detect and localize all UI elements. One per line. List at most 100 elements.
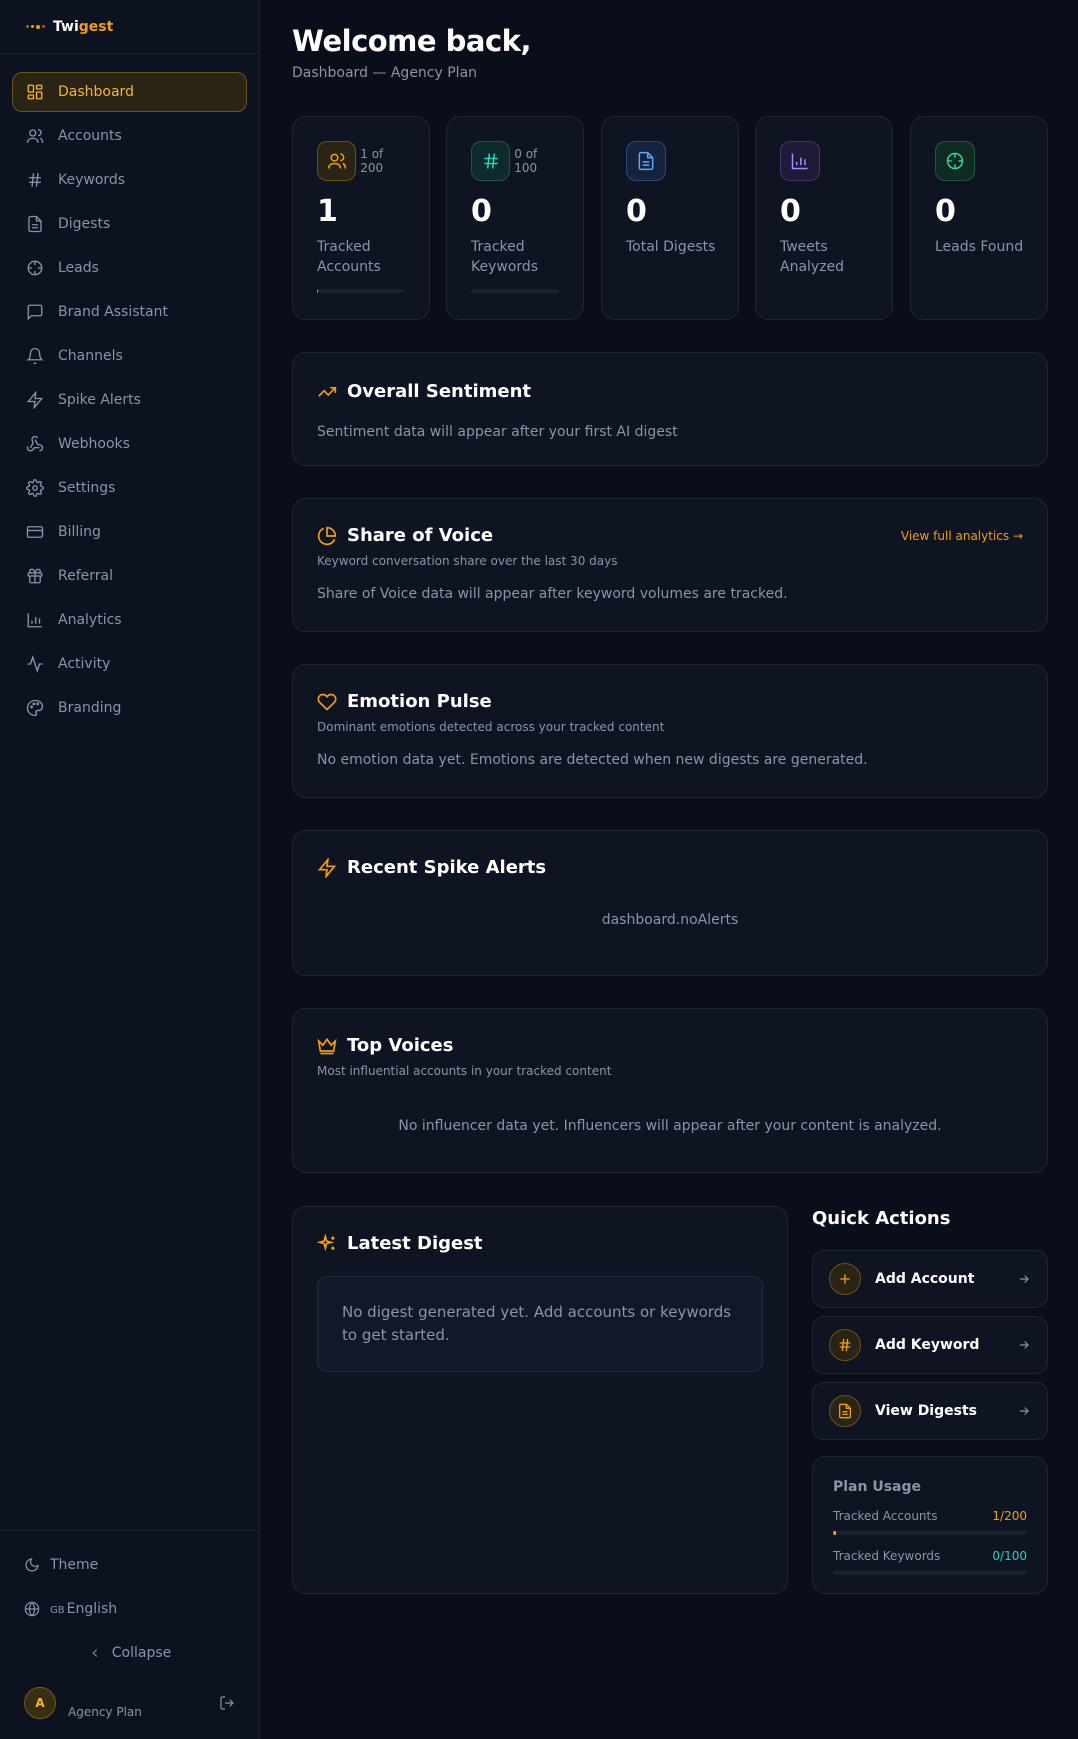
add-account-button[interactable]: Add Account [812,1250,1048,1308]
usage-bar-fill [833,1531,836,1535]
sidebar-item-branding[interactable]: Branding [12,688,247,728]
logo[interactable]: Twigest [0,0,259,54]
sidebar-item-label: Spike Alerts [58,392,141,408]
stat-label: Tweets Analyzed [780,239,845,275]
share-of-voice-card: Share of Voice View full analytics → Key… [292,498,1048,632]
collapse-button[interactable]: Collapse [0,1631,259,1675]
quick-action-label: View Digests [875,1403,977,1419]
quick-action-label: Add Keyword [875,1337,980,1353]
stat-card-leads-found[interactable]: 0 Leads Found [910,116,1048,320]
moon-icon [25,1558,39,1572]
stat-value: 0 [471,194,492,229]
sidebar-item-channels[interactable]: Channels [12,336,247,376]
logout-icon[interactable] [219,1695,235,1711]
emotion-pulse-empty-text: No emotion data yet. Emotions are detect… [317,752,868,768]
stat-progress-bar [471,289,559,293]
top-voices-subtitle: Most influential accounts in your tracke… [317,1064,612,1078]
sidebar-item-dashboard[interactable]: Dashboard [12,72,247,112]
users-icon [317,141,357,181]
stat-progress-bar [317,289,405,293]
hash-icon [29,173,41,187]
add-keyword-button[interactable]: Add Keyword [812,1316,1048,1374]
sidebar-item-spike-alerts[interactable]: Spike Alerts [12,380,247,420]
view-full-analytics-link[interactable]: View full analytics → [901,529,1023,543]
logo-text-part2: gest [78,18,114,35]
sidebar-item-keywords[interactable]: Keywords [12,160,247,200]
bar-chart-icon [27,613,42,628]
stat-card-tracked-accounts[interactable]: 1 of 200 1 Tracked Accounts [292,116,430,320]
sidebar-item-label: Brand Assistant [58,304,168,320]
crown-icon [317,1037,337,1054]
crosshair-icon [27,260,43,276]
user-plan: Agency Plan [68,1705,142,1719]
stat-card-total-digests[interactable]: 0 Total Digests [601,116,739,320]
latest-digest-title: Latest Digest [347,1233,483,1254]
sidebar-item-label: Leads [58,260,99,276]
plus-icon [829,1263,861,1295]
trending-up-icon [318,386,337,397]
usage-bar [833,1531,1027,1535]
sidebar-item-label: Billing [58,524,101,540]
latest-digest-empty-box: No digest generated yet. Add accounts or… [317,1276,763,1372]
sidebar-item-label: Digests [58,216,111,232]
credit-card-icon [26,526,44,538]
users-icon [26,128,44,143]
sidebar-footer: Theme GB English Collapse [0,1530,259,1675]
stat-value: 0 [780,194,801,229]
plan-usage-row-accounts: Tracked Accounts 1/200 [833,1509,1027,1535]
quick-action-label: Add Account [875,1271,975,1287]
pie-chart-icon [317,526,337,545]
plan-usage-row-keywords: Tracked Keywords 0/100 [833,1549,1027,1575]
top-voices-title: Top Voices [347,1035,454,1056]
plan-usage-card: Plan Usage Tracked Accounts 1/200 Tracke… [812,1456,1048,1594]
share-of-voice-empty-text: Share of Voice data will appear after ke… [317,586,788,602]
sidebar-item-label: Referral [58,568,113,584]
usage-value: 0/100 [992,1549,1027,1563]
chevron-left-icon [92,1649,97,1657]
sidebar-item-leads[interactable]: Leads [12,248,247,288]
sidebar-item-settings[interactable]: Settings [12,468,247,508]
latest-digest-card: Latest Digest No digest generated yet. A… [292,1206,788,1594]
sidebar-nav: Dashboard Accounts Keywords Digests Lead… [0,54,259,728]
stat-value: 1 [317,194,338,229]
sidebar-item-brand-assistant[interactable]: Brand Assistant [12,292,247,332]
spike-alerts-card: Recent Spike Alerts dashboard.noAlerts [292,830,1048,976]
sidebar-item-billing[interactable]: Billing [12,512,247,552]
gear-icon [26,479,44,497]
language-selector[interactable]: GB English [0,1587,259,1631]
view-digests-button[interactable]: View Digests [812,1382,1048,1440]
stat-card-tweets-analyzed[interactable]: 0 Tweets Analyzed [755,116,893,320]
stat-value: 0 [935,194,956,229]
sidebar-item-referral[interactable]: Referral [12,556,247,596]
logo-icon [26,24,45,29]
language-label: English [66,1601,118,1617]
sidebar-item-label: Keywords [58,172,126,188]
sentiment-title: Overall Sentiment [347,381,532,402]
emotion-pulse-subtitle: Dominant emotions detected across your t… [317,720,665,734]
logo-text-part1: Twi [53,18,79,35]
sparkles-icon [317,1233,335,1251]
sidebar-item-webhooks[interactable]: Webhooks [12,424,247,464]
sidebar-item-activity[interactable]: Activity [12,644,247,684]
palette-icon [26,699,44,717]
collapse-label: Collapse [111,1645,172,1661]
sidebar-item-accounts[interactable]: Accounts [12,116,247,156]
gift-icon [27,568,43,584]
sentiment-empty-text: Sentiment data will appear after your fi… [317,424,678,440]
zap-icon [317,857,337,878]
file-icon [28,215,42,233]
globe-icon [24,1601,40,1617]
stat-card-tracked-keywords[interactable]: 0 of 100 0 Tracked Keywords [446,116,584,320]
sidebar-item-digests[interactable]: Digests [12,204,247,244]
stat-label: Tracked Keywords [471,239,539,275]
avatar[interactable]: A [24,1687,56,1719]
sidebar-item-analytics[interactable]: Analytics [12,600,247,640]
chat-icon [27,304,43,321]
dashboard-icon [27,84,43,100]
theme-label: Theme [50,1557,99,1573]
usage-bar [833,1571,1027,1575]
plan-usage-title: Plan Usage [833,1479,922,1495]
theme-toggle[interactable]: Theme [0,1543,259,1587]
sidebar-item-label: Settings [58,480,116,496]
activity-icon [27,655,43,673]
